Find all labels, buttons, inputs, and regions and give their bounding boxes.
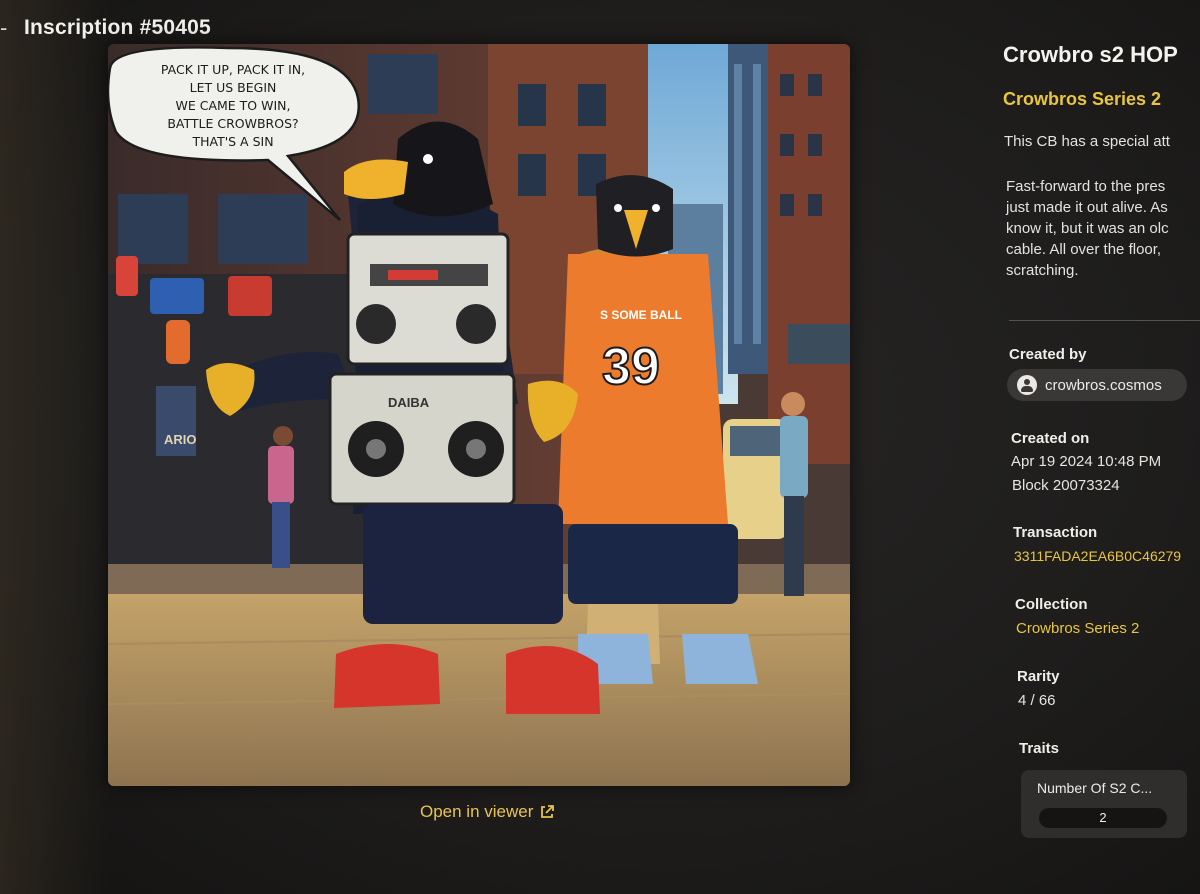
description-line: Fast-forward to the pres xyxy=(1006,178,1166,195)
speech-line-4: BATTLE CROWBROS? xyxy=(167,116,298,131)
details-panel: Crowbro s2 HOP Crowbros Series 2 This CB… xyxy=(1003,40,1200,894)
trait-value: 2 xyxy=(1039,808,1167,828)
artwork-image[interactable]: ARIO S SOME BALL 39 DAIBA PACK IT UP, PA… xyxy=(108,44,850,786)
creator-name: crowbros.cosmos xyxy=(1045,376,1162,394)
back-icon[interactable]: - xyxy=(0,15,18,41)
jersey-text: S SOME BALL xyxy=(600,308,682,322)
description-line: just made it out alive. As xyxy=(1006,199,1168,216)
speech-line-5: THAT'S A SIN xyxy=(191,134,273,149)
created-on-date: Apr 19 2024 10:48 PM xyxy=(1011,453,1162,470)
speech-line-2: LET US BEGIN xyxy=(190,80,277,95)
divider xyxy=(1009,320,1200,321)
created-by-label: Created by xyxy=(1009,346,1087,363)
creator-chip[interactable]: crowbros.cosmos xyxy=(1007,369,1187,401)
description-line: scratching. xyxy=(1006,262,1079,279)
speech-line-3: WE CAME TO WIN, xyxy=(176,98,291,113)
jersey-number: 39 xyxy=(602,338,660,396)
item-name: Crowbro s2 HOP xyxy=(1003,42,1178,67)
speech-line-1: PACK IT UP, PACK IT IN, xyxy=(161,62,305,77)
sign-text: ARIO xyxy=(164,432,197,447)
open-in-viewer-link[interactable]: Open in viewer xyxy=(420,800,555,824)
description-intro: This CB has a special att xyxy=(1004,133,1170,150)
open-in-viewer-label: Open in viewer xyxy=(420,802,534,821)
description-line: cable. All over the floor, xyxy=(1006,241,1162,258)
external-link-icon xyxy=(541,805,555,818)
series-link[interactable]: Crowbros Series 2 xyxy=(1003,89,1161,110)
description-line: know it, but it was an olc xyxy=(1006,220,1169,237)
trait-name: Number Of S2 C... xyxy=(1037,780,1153,796)
description-body: Fast-forward to the pres just made it ou… xyxy=(1006,176,1200,281)
transaction-hash-link[interactable]: 3311FADA2EA6B0C46279 xyxy=(1014,548,1181,564)
traits-label: Traits xyxy=(1019,740,1060,757)
rarity-label: Rarity xyxy=(1017,668,1060,685)
transaction-label: Transaction xyxy=(1013,524,1098,541)
rarity-value: 4 / 66 xyxy=(1018,692,1056,709)
boombox-text: DAIBA xyxy=(388,395,430,410)
trait-card[interactable]: Number Of S2 C... 2 xyxy=(1021,770,1187,838)
collection-label: Collection xyxy=(1015,596,1088,613)
page-title: Inscription #50405 xyxy=(24,16,211,39)
user-icon xyxy=(1017,375,1037,395)
created-on-label: Created on xyxy=(1011,430,1090,447)
collection-link[interactable]: Crowbros Series 2 xyxy=(1016,620,1139,637)
block-number: Block 20073324 xyxy=(1012,477,1120,494)
